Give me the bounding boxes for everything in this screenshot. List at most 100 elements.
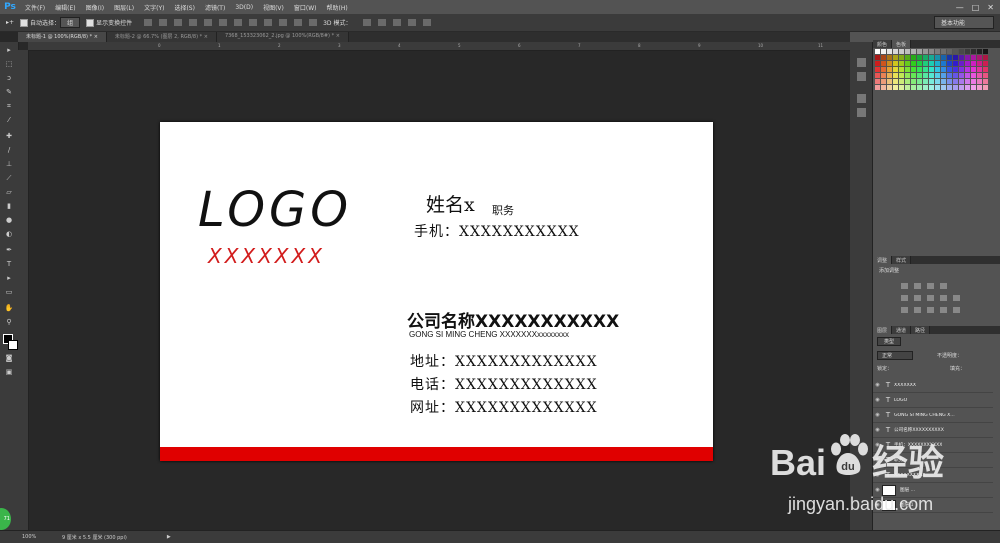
- history-brush-tool-icon[interactable]: ⟋: [4, 174, 14, 183]
- color-swatch[interactable]: [983, 49, 988, 54]
- color-swatch[interactable]: [959, 67, 964, 72]
- color-balance-icon[interactable]: [927, 295, 934, 301]
- color-swatch[interactable]: [893, 67, 898, 72]
- color-swatch[interactable]: [923, 55, 928, 60]
- color-swatch[interactable]: [887, 79, 892, 84]
- threshold-icon[interactable]: [927, 307, 934, 313]
- color-swatch[interactable]: [881, 85, 886, 90]
- distribute-hcenter-icon[interactable]: [294, 19, 303, 26]
- color-swatch[interactable]: [905, 61, 910, 66]
- color-swatch[interactable]: [911, 73, 916, 78]
- distribute-left-icon[interactable]: [279, 19, 288, 26]
- color-swatch[interactable]: [947, 85, 952, 90]
- color-swatch[interactable]: [953, 61, 958, 66]
- auto-select-option[interactable]: 自动选择：: [20, 18, 60, 28]
- roll-3d-icon[interactable]: [378, 19, 387, 26]
- color-swatch[interactable]: [971, 85, 976, 90]
- swatches-grid[interactable]: [875, 49, 995, 94]
- color-swatch[interactable]: [905, 67, 910, 72]
- distribute-top-icon[interactable]: [234, 19, 243, 26]
- color-swatch[interactable]: [917, 61, 922, 66]
- color-swatch[interactable]: [935, 61, 940, 66]
- color-swatch[interactable]: [875, 67, 880, 72]
- color-swatch[interactable]: [905, 55, 910, 60]
- zoom-tool-icon[interactable]: ⚲: [4, 318, 14, 327]
- color-swatch[interactable]: [977, 67, 982, 72]
- color-swatch[interactable]: [923, 73, 928, 78]
- move-tool-icon[interactable]: ▸: [4, 46, 14, 55]
- card-name[interactable]: 姓名x: [426, 190, 475, 217]
- gradient-map-icon[interactable]: [940, 307, 947, 313]
- tab-document-3[interactable]: 7368_153323062_2.jpg @ 100%(RGB/8#) * ×: [216, 32, 349, 42]
- color-swatch[interactable]: [887, 61, 892, 66]
- auto-select-checkbox[interactable]: [20, 19, 29, 28]
- history-panel-icon[interactable]: [857, 58, 866, 67]
- screen-mode-icon[interactable]: ▣: [4, 368, 14, 377]
- color-swatch[interactable]: [899, 49, 904, 54]
- color-swatch[interactable]: [893, 49, 898, 54]
- minimize-button[interactable]: —: [956, 3, 964, 12]
- color-swatch[interactable]: [935, 67, 940, 72]
- color-swatch[interactable]: [893, 61, 898, 66]
- color-swatch[interactable]: [911, 85, 916, 90]
- color-swatch[interactable]: [977, 79, 982, 84]
- tab-adjustments[interactable]: 调整: [873, 256, 893, 264]
- blend-mode-dropdown[interactable]: 正常: [877, 351, 914, 360]
- close-tab-icon[interactable]: ×: [336, 33, 340, 39]
- canvas-business-card[interactable]: LOGO XXXXXXX 姓名x 职务 手机：XXXXXXXXXXX 公司名称X…: [160, 122, 713, 461]
- shape-tool-icon[interactable]: ▭: [4, 288, 14, 297]
- color-swatch[interactable]: [881, 73, 886, 78]
- visibility-eye-icon[interactable]: ◉: [873, 412, 882, 418]
- blur-tool-icon[interactable]: ●: [4, 216, 14, 225]
- color-swatch[interactable]: [983, 55, 988, 60]
- black-white-icon[interactable]: [940, 295, 947, 301]
- posterize-icon[interactable]: [914, 307, 921, 313]
- ruler-horizontal[interactable]: 0 1 2 3 4 5 6 7 8 9 10 11: [28, 42, 850, 51]
- exposure-icon[interactable]: [940, 283, 947, 289]
- color-swatch[interactable]: [875, 73, 880, 78]
- invert-icon[interactable]: [901, 307, 908, 313]
- color-swatch[interactable]: [917, 73, 922, 78]
- align-vcenter-icon[interactable]: [159, 19, 168, 26]
- color-swatch[interactable]: [899, 79, 904, 84]
- path-select-tool-icon[interactable]: ▸: [4, 274, 14, 283]
- color-swatch[interactable]: [905, 73, 910, 78]
- brush-tool-icon[interactable]: /: [4, 146, 14, 155]
- color-swatch[interactable]: [923, 85, 928, 90]
- color-swatch[interactable]: [977, 61, 982, 66]
- color-swatch[interactable]: [917, 85, 922, 90]
- color-swatch[interactable]: [947, 73, 952, 78]
- color-swatch[interactable]: [899, 61, 904, 66]
- color-swatch[interactable]: [941, 49, 946, 54]
- show-transform-checkbox[interactable]: [86, 19, 95, 28]
- color-swatch[interactable]: [893, 73, 898, 78]
- color-swatch[interactable]: [911, 49, 916, 54]
- color-swatch[interactable]: [887, 49, 892, 54]
- rotate-3d-icon[interactable]: [363, 19, 372, 26]
- gradient-tool-icon[interactable]: ▮: [4, 202, 14, 211]
- color-swatch[interactable]: [977, 85, 982, 90]
- layer-row[interactable]: ◉ T XXXXXXX: [873, 378, 993, 393]
- drag-3d-icon[interactable]: [393, 19, 402, 26]
- quick-mask-icon[interactable]: ◙: [4, 354, 14, 363]
- menu-file[interactable]: 文件(F): [20, 3, 50, 12]
- menu-filter[interactable]: 滤镜(T): [200, 3, 230, 12]
- color-swatch[interactable]: [929, 67, 934, 72]
- tab-document-1[interactable]: 未标题-1 @ 100%(RGB/8) * ×: [18, 32, 107, 42]
- color-swatch[interactable]: [971, 67, 976, 72]
- color-swatch[interactable]: [959, 61, 964, 66]
- color-swatch[interactable]: [911, 67, 916, 72]
- color-swatch[interactable]: [917, 67, 922, 72]
- color-swatch[interactable]: [923, 61, 928, 66]
- align-left-icon[interactable]: [189, 19, 198, 26]
- character-panel-icon[interactable]: [857, 94, 866, 103]
- color-swatch[interactable]: [893, 85, 898, 90]
- eyedropper-tool-icon[interactable]: ⁄: [4, 116, 14, 125]
- color-swatch[interactable]: [905, 79, 910, 84]
- color-swatch[interactable]: [947, 61, 952, 66]
- auto-select-dropdown[interactable]: 组: [60, 17, 81, 28]
- menu-3d[interactable]: 3D(D): [230, 4, 258, 11]
- close-tab-icon[interactable]: ×: [94, 34, 98, 40]
- tab-layers[interactable]: 图层: [873, 326, 893, 334]
- align-right-icon[interactable]: [219, 19, 228, 26]
